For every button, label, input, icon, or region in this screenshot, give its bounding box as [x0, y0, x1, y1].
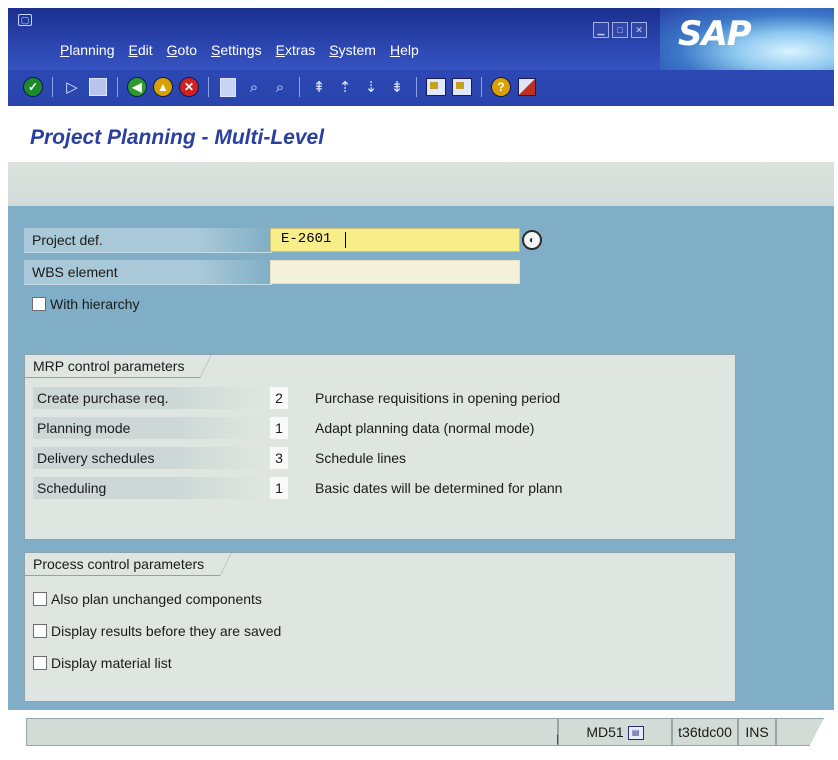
display-material-list-checkbox[interactable] — [33, 656, 47, 670]
mrp-control-group-title: MRP control parameters — [24, 354, 213, 378]
enter-check-icon[interactable]: ✓ — [22, 76, 44, 98]
menu-edit[interactable]: Edit — [129, 42, 153, 58]
delivery-schedules-text: Schedule lines — [315, 450, 407, 466]
sap-gui-window: ▢ Planning Edit Goto Settings Extras Sys… — [0, 0, 838, 760]
planning-mode-label: Planning mode — [33, 417, 267, 439]
window-icon[interactable]: ▢ — [18, 14, 32, 26]
menu-settings[interactable]: Settings — [211, 42, 262, 58]
layout-menu-icon[interactable] — [516, 76, 538, 98]
toolbar-separator — [416, 77, 417, 97]
delivery-schedules-label: Delivery schedules — [33, 447, 267, 469]
create-purchase-req-input[interactable]: 2 — [270, 387, 288, 409]
last-page-icon[interactable]: ⇟ — [386, 76, 408, 98]
process-control-group: Process control parameters Also plan unc… — [24, 552, 736, 702]
status-bar: ▷ MD51 ▤ t36tdc00 INS — [8, 710, 834, 756]
with-hierarchy-label: With hierarchy — [50, 296, 140, 312]
menu-goto[interactable]: Goto — [167, 42, 197, 58]
menu-system[interactable]: System — [329, 42, 376, 58]
wbs-element-row: WBS element — [24, 260, 544, 285]
status-message-area[interactable]: ▷ — [26, 718, 567, 746]
project-def-input[interactable]: E-2601 — [270, 228, 520, 252]
command-field-arrow-icon[interactable]: ▷ — [61, 76, 83, 98]
find-icon[interactable]: ⌕ — [243, 76, 265, 98]
mrp-row-delivery-schedules: Delivery schedules 3 Schedule lines — [25, 443, 733, 471]
main-content: Project def. E-2601 ◐ WBS element With h… — [8, 206, 834, 710]
toolbar-separator — [481, 77, 482, 97]
next-page-icon[interactable]: ⇣ — [360, 76, 382, 98]
sap-logo: SAP — [660, 8, 834, 70]
with-hierarchy-option[interactable]: With hierarchy — [32, 294, 139, 314]
mrp-row-planning-mode: Planning mode 1 Adapt planning data (nor… — [25, 413, 733, 441]
project-def-value: E-2601 — [281, 231, 332, 247]
display-results-checkbox[interactable] — [33, 624, 47, 638]
toolbar-separator — [299, 77, 300, 97]
process-control-title-text: Process control parameters — [33, 556, 205, 572]
minimize-icon[interactable]: ▁ — [593, 22, 609, 38]
first-page-icon[interactable]: ⇞ — [308, 76, 330, 98]
system-info-icon[interactable]: ▤ — [627, 726, 644, 741]
cancel-icon[interactable]: ✕ — [178, 76, 200, 98]
wbs-element-input[interactable] — [270, 260, 520, 284]
toolbar-separator — [52, 77, 53, 97]
toolbar-separator — [117, 77, 118, 97]
project-def-row: Project def. E-2601 ◐ — [24, 228, 544, 253]
mrp-row-scheduling: Scheduling 1 Basic dates will be determi… — [25, 473, 733, 501]
also-plan-unchanged-option[interactable]: Also plan unchanged components — [33, 589, 262, 609]
process-control-group-title: Process control parameters — [24, 552, 233, 576]
close-icon[interactable]: ✕ — [631, 22, 647, 38]
maximize-icon[interactable]: □ — [612, 22, 628, 38]
find-next-icon[interactable]: ⌕ — [269, 76, 291, 98]
sap-logo-text: SAP — [678, 14, 752, 54]
application-toolbar — [8, 162, 834, 207]
save-icon[interactable] — [87, 76, 109, 98]
window-controls: ▁ □ ✕ — [593, 22, 647, 38]
help-icon[interactable]: ? — [490, 76, 512, 98]
create-session-icon[interactable] — [425, 76, 447, 98]
scheduling-input[interactable]: 1 — [270, 477, 288, 499]
display-material-list-label: Display material list — [51, 655, 172, 671]
menu-extras[interactable]: Extras — [276, 42, 316, 58]
text-caret — [345, 232, 346, 248]
standard-toolbar: ✓ ▷ ◀ ▲ ✕ ⌕ ⌕ ⇞ ⇡ ⇣ ⇟ ? — [8, 70, 834, 106]
display-material-list-option[interactable]: Display material list — [33, 653, 172, 673]
display-results-option[interactable]: Display results before they are saved — [33, 621, 281, 641]
print-icon[interactable] — [217, 76, 239, 98]
page-title: Project Planning - Multi-Level — [30, 126, 325, 149]
generate-shortcut-icon[interactable] — [451, 76, 473, 98]
planning-mode-text: Adapt planning data (normal mode) — [315, 420, 535, 436]
planning-mode-input[interactable]: 1 — [270, 417, 288, 439]
create-purchase-req-label: Create purchase req. — [33, 387, 267, 409]
create-purchase-req-text: Purchase requisitions in opening period — [315, 390, 561, 406]
mrp-control-title-text: MRP control parameters — [33, 358, 185, 374]
exit-icon[interactable]: ▲ — [152, 76, 174, 98]
server-cell: t36tdc00 — [672, 718, 738, 746]
menu-bar: ▢ Planning Edit Goto Settings Extras Sys… — [8, 8, 834, 70]
mrp-control-group: MRP control parameters Create purchase r… — [24, 354, 736, 540]
scheduling-text: Basic dates will be determined for plann — [315, 480, 563, 496]
back-icon[interactable]: ◀ — [126, 76, 148, 98]
also-plan-unchanged-label: Also plan unchanged components — [51, 591, 262, 607]
possible-entries-icon[interactable]: ◐ — [522, 230, 542, 250]
insert-mode-cell[interactable]: INS — [738, 718, 776, 746]
scheduling-label: Scheduling — [33, 477, 267, 499]
title-area: Project Planning - Multi-Level — [8, 106, 834, 163]
mrp-row-purchase-req: Create purchase req. 2 Purchase requisit… — [25, 383, 733, 411]
menu-help[interactable]: Help — [390, 42, 419, 58]
menu: Planning Edit Goto Settings Extras Syste… — [60, 42, 433, 58]
transaction-code: MD51 — [586, 724, 624, 740]
also-plan-unchanged-checkbox[interactable] — [33, 592, 47, 606]
previous-page-icon[interactable]: ⇡ — [334, 76, 356, 98]
toolbar-separator — [208, 77, 209, 97]
display-results-label: Display results before they are saved — [51, 623, 282, 639]
with-hierarchy-checkbox[interactable] — [32, 297, 46, 311]
project-def-label: Project def. — [24, 228, 272, 253]
wbs-element-label: WBS element — [24, 260, 272, 285]
menu-planning[interactable]: Planning — [60, 42, 115, 58]
system-info-cell[interactable]: MD51 ▤ — [558, 718, 672, 746]
status-bar-end-icon — [776, 718, 824, 746]
delivery-schedules-input[interactable]: 3 — [270, 447, 288, 469]
